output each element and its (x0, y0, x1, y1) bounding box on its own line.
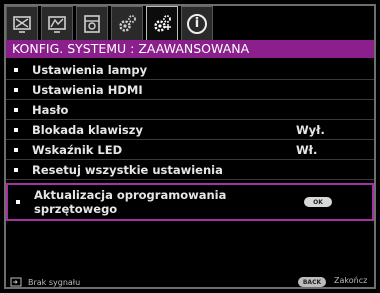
menu-item-label: Hasło (32, 102, 69, 117)
tab-system-basic[interactable] (111, 6, 143, 40)
back-button[interactable]: BACK (298, 277, 326, 287)
menu-item-label: Wskaźnik LED (32, 142, 123, 157)
menu-item-label: Resetuj wszystkie ustawienia (32, 162, 223, 177)
page-title: KONFIG. SYSTEMU : ZAAWANSOWANA (6, 40, 374, 58)
settings-list: Ustawienia lampy Ustawienia HDMI Hasło B… (6, 60, 374, 221)
source-status: Brak sygnału (28, 277, 81, 287)
firmware-label-line2: sprzętowego (34, 202, 118, 216)
ok-button[interactable]: OK (304, 197, 332, 207)
picture-advanced-icon (48, 15, 66, 33)
system-advanced-icon (154, 14, 171, 32)
bullet (14, 127, 18, 132)
menu-item-led-indicator[interactable]: Wskaźnik LED Wł. (6, 140, 374, 160)
tab-picture-advanced[interactable] (41, 6, 73, 40)
info-icon: i (187, 13, 207, 34)
exit-label: Zakończ (334, 276, 368, 285)
menu-tab-bar: i (6, 6, 216, 40)
tab-picture[interactable] (6, 6, 38, 40)
menu-item-password[interactable]: Hasło (6, 100, 374, 120)
bullet (16, 200, 20, 204)
menu-item-lamp-settings[interactable]: Ustawienia lampy (6, 60, 374, 80)
menu-item-label: Ustawienia lampy (32, 62, 148, 77)
audio-video-icon (84, 14, 100, 33)
menu-item-reset-all[interactable]: Resetuj wszystkie ustawienia (6, 160, 374, 180)
system-basic-icon (119, 14, 136, 32)
bullet (14, 147, 18, 152)
menu-item-label: Aktualizacja oprogramowania sprzętowego (34, 188, 226, 216)
menu-item-firmware-update[interactable]: Aktualizacja oprogramowania sprzętowego … (6, 183, 374, 221)
led-indicator-value[interactable]: Wł. (296, 143, 317, 157)
projector-osd: i KONFIG. SYSTEMU : ZAAWANSOWANA Ustawie… (0, 0, 380, 293)
bullet (14, 167, 18, 172)
tab-audio-video[interactable] (76, 6, 108, 40)
tab-information[interactable]: i (181, 6, 213, 40)
input-source-icon (10, 277, 22, 287)
bullet (14, 67, 18, 72)
menu-item-key-lock[interactable]: Blokada klawiszy Wył. (6, 120, 374, 140)
menu-item-label: Blokada klawiszy (32, 122, 143, 137)
firmware-label-line1: Aktualizacja oprogramowania (34, 188, 227, 202)
key-lock-value[interactable]: Wył. (296, 123, 325, 137)
picture-icon (13, 15, 31, 33)
menu-item-hdmi-settings[interactable]: Ustawienia HDMI (6, 80, 374, 100)
bullet (14, 87, 18, 92)
bullet (14, 107, 18, 112)
status-footer: Brak sygnału BACK Zakończ (6, 274, 374, 290)
tab-system-advanced[interactable] (146, 6, 178, 40)
menu-item-label: Ustawienia HDMI (32, 82, 143, 97)
